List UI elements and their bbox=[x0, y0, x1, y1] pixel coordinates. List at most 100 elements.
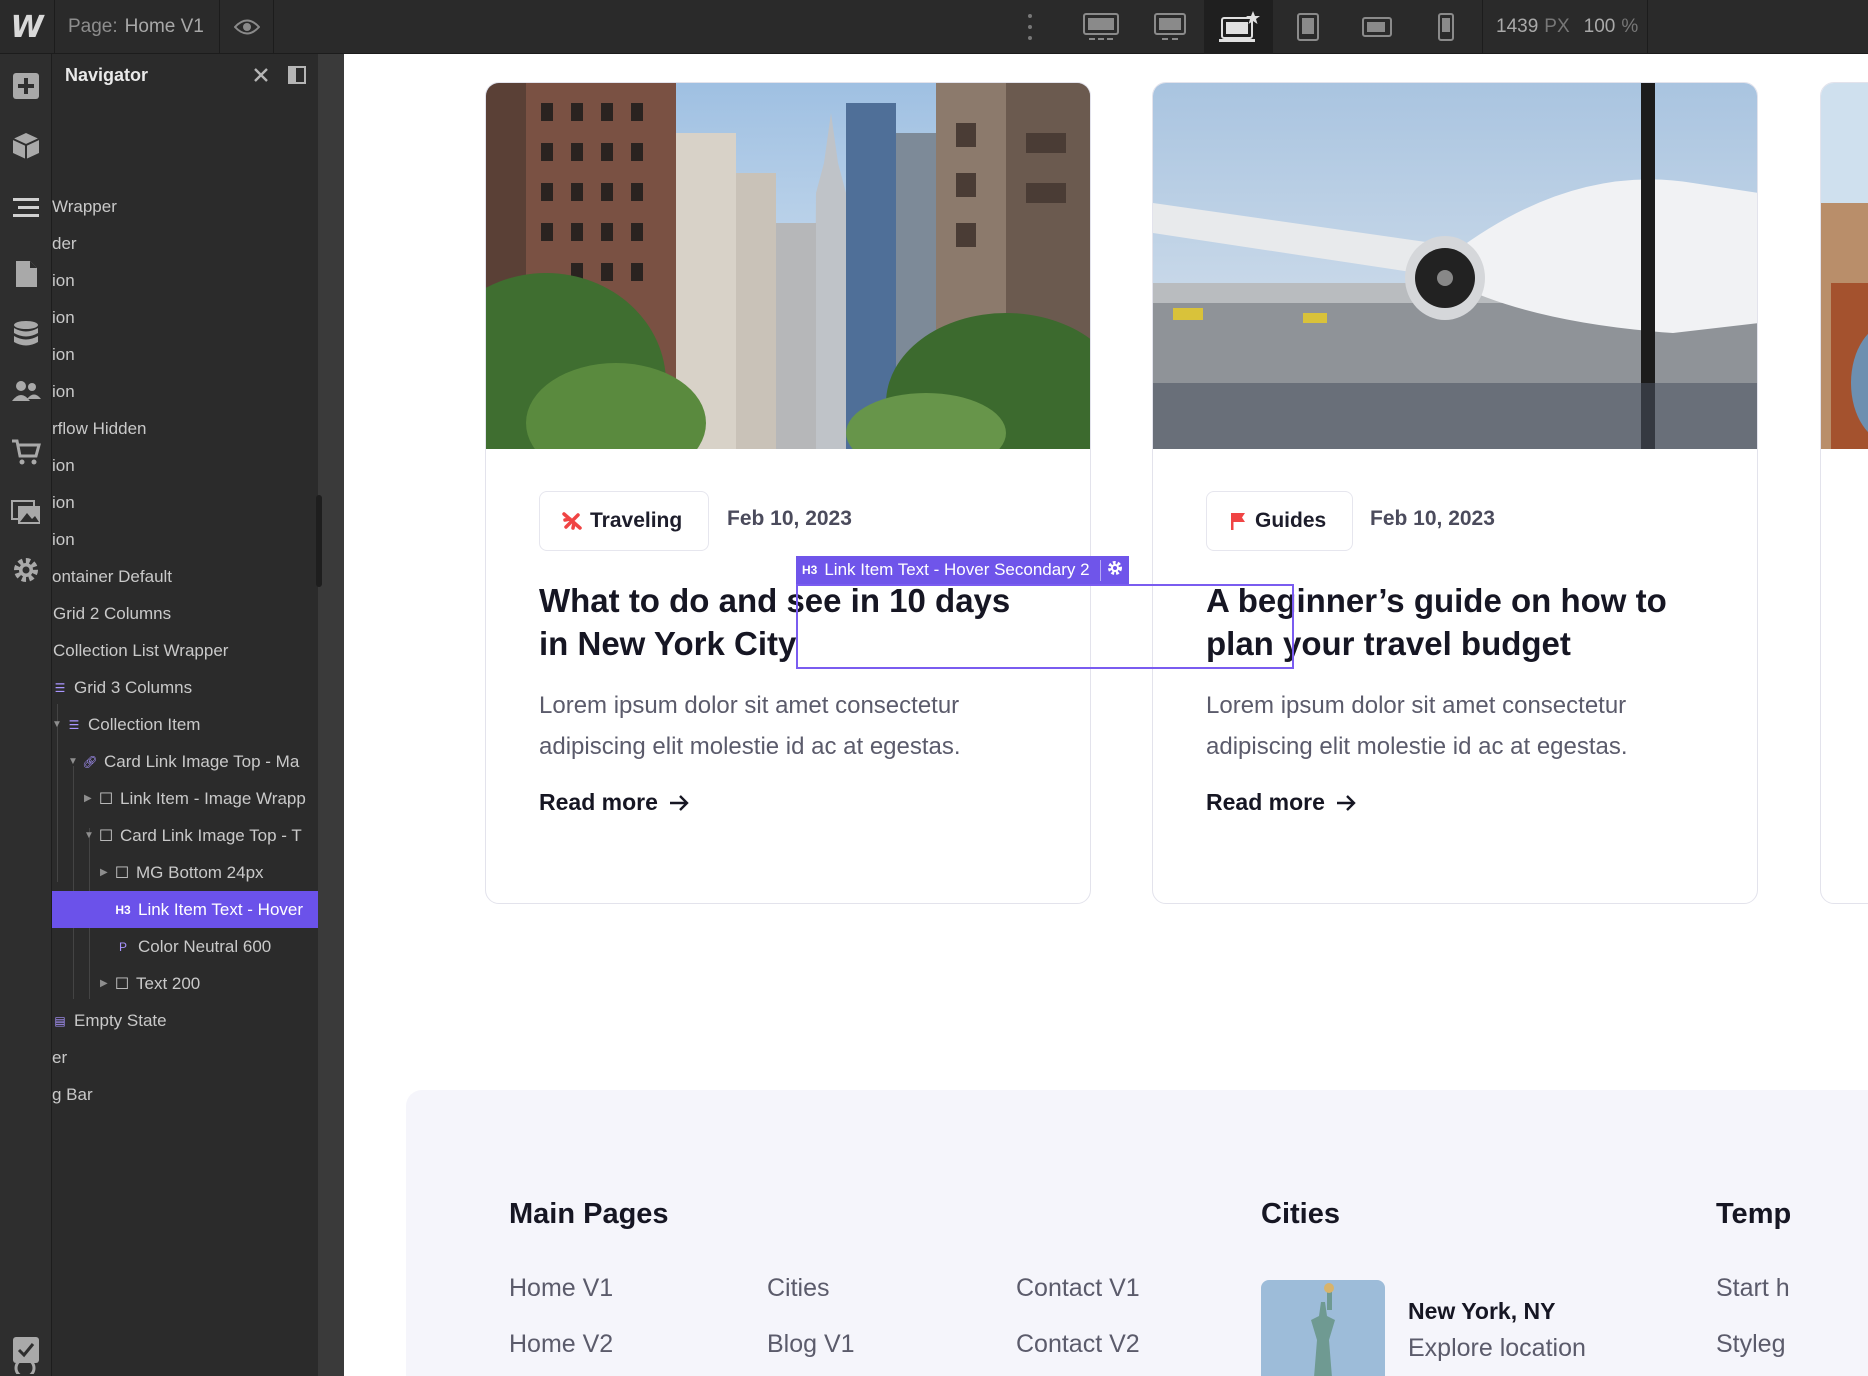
webflow-logo[interactable]: W bbox=[0, 0, 54, 54]
paragraph-p-icon: P bbox=[118, 939, 127, 954]
caret-down-icon[interactable]: ▼ bbox=[52, 719, 66, 730]
more-options-icon[interactable] bbox=[1015, 14, 1045, 40]
nav-row-text-200[interactable]: ▶ ☐ Text 200 bbox=[52, 965, 318, 1002]
nav-row-mg-bottom[interactable]: ▶ ☐ MG Bottom 24px bbox=[52, 854, 318, 891]
selected-class-name: Link Item Text - Hover Secondary 2 bbox=[824, 560, 1090, 579]
add-elements-icon[interactable] bbox=[0, 60, 52, 112]
nav-row[interactable]: Grid 2 Columns bbox=[52, 595, 318, 632]
footer-link[interactable]: Contact V1 bbox=[1016, 1274, 1140, 1303]
nav-row-grid-3-columns[interactable]: ☰ Grid 3 Columns bbox=[52, 669, 318, 706]
symbols-cube-icon[interactable] bbox=[0, 120, 52, 172]
nav-row[interactable]: der bbox=[52, 225, 318, 262]
pages-icon[interactable] bbox=[0, 248, 52, 300]
cms-database-icon[interactable] bbox=[0, 308, 52, 360]
canvas-size-readout[interactable]: 1439 PX 100 % bbox=[1482, 0, 1648, 54]
nav-row-image-wrap[interactable]: ▶ ☐ Link Item - Image Wrapp bbox=[52, 780, 318, 817]
zoom-value: 100 bbox=[1583, 16, 1616, 37]
read-more-label: Read more bbox=[539, 789, 658, 815]
div-block-icon: ☐ bbox=[114, 864, 130, 882]
nav-row-card-link[interactable]: ▼ 🔗︎ Card Link Image Top - Ma bbox=[52, 743, 318, 780]
dock-panel-icon[interactable] bbox=[288, 66, 306, 89]
caret-down-icon[interactable]: ▼ bbox=[84, 830, 98, 841]
read-more-link[interactable]: Read more bbox=[539, 789, 690, 816]
blog-card[interactable]: Guides Feb 10, 2023 A beginner’s guide o… bbox=[1152, 82, 1758, 904]
nav-row[interactable]: ion bbox=[52, 373, 318, 410]
nav-row-card-content[interactable]: ▼ ☐ Card Link Image Top - T bbox=[52, 817, 318, 854]
panel-divider[interactable] bbox=[318, 54, 344, 1376]
nav-row-color-neutral[interactable]: P Color Neutral 600 bbox=[52, 928, 318, 965]
airplane-icon bbox=[562, 512, 582, 530]
page-selector[interactable]: Page: Home V1 bbox=[54, 0, 220, 54]
preview-eye-icon[interactable] bbox=[220, 0, 274, 54]
nav-row[interactable]: Wrapper bbox=[52, 188, 318, 225]
explore-location-link[interactable]: Explore location bbox=[1408, 1334, 1586, 1363]
element-settings-gear-icon[interactable] bbox=[1099, 559, 1123, 581]
desktop-base-icon[interactable] bbox=[1204, 0, 1273, 54]
nav-row-link-item-text-selected[interactable]: H3 Link Item Text - Hover bbox=[52, 891, 318, 928]
post-excerpt: Lorem ipsum dolor sit amet consectetur a… bbox=[539, 692, 961, 760]
arrow-right-icon bbox=[669, 794, 689, 811]
read-more-link[interactable]: Read more bbox=[1206, 789, 1357, 816]
search-icon[interactable] bbox=[0, 1354, 52, 1376]
nav-row[interactable]: ion bbox=[52, 262, 318, 299]
category-tag[interactable]: Guides bbox=[1206, 491, 1354, 551]
zoom-unit: % bbox=[1621, 16, 1639, 37]
navigator-scrollbar[interactable] bbox=[316, 495, 322, 587]
nav-row-collection-item[interactable]: ▼ ☰ Collection Item bbox=[52, 706, 318, 743]
blog-card[interactable]: Traveling Feb 10, 2023 What to do and se… bbox=[485, 82, 1091, 904]
nav-row[interactable]: ion bbox=[52, 299, 318, 336]
top-bar: W Page: Home V1 1439 PX 100 % bbox=[0, 0, 1868, 54]
nav-row[interactable]: Collection List Wrapper bbox=[52, 632, 318, 669]
selected-element-label[interactable]: H3 Link Item Text - Hover Secondary 2 bbox=[796, 556, 1129, 584]
div-block-icon: ☐ bbox=[98, 827, 114, 845]
tablet-icon[interactable] bbox=[1273, 0, 1342, 54]
footer-link[interactable]: Home V2 bbox=[509, 1330, 613, 1359]
navigator-icon[interactable] bbox=[0, 182, 52, 234]
footer-link[interactable]: Start h bbox=[1716, 1274, 1790, 1303]
div-block-icon: ☐ bbox=[114, 975, 130, 993]
statue-of-liberty-image[interactable] bbox=[1261, 1280, 1385, 1376]
selection-outline bbox=[796, 584, 1294, 669]
nav-row[interactable]: ion bbox=[52, 336, 318, 373]
footer-link[interactable]: Cities bbox=[767, 1274, 830, 1303]
caret-down-icon[interactable]: ▼ bbox=[68, 756, 82, 767]
footer-link[interactable]: Contact V2 bbox=[1016, 1330, 1140, 1359]
footer-link[interactable]: Home V1 bbox=[509, 1274, 613, 1303]
settings-gear-icon[interactable] bbox=[0, 544, 52, 596]
city-name[interactable]: New York, NY bbox=[1408, 1298, 1555, 1325]
footer-link[interactable]: Styleg bbox=[1716, 1330, 1785, 1359]
post-excerpt: Lorem ipsum dolor sit amet consectetur a… bbox=[1206, 692, 1628, 760]
nav-row[interactable]: rflow Hidden bbox=[52, 410, 318, 447]
assets-images-icon[interactable] bbox=[0, 486, 52, 538]
airplane-image bbox=[1153, 83, 1757, 449]
blog-card[interactable] bbox=[1820, 82, 1868, 904]
close-icon[interactable] bbox=[252, 66, 270, 89]
card-image bbox=[1821, 83, 1868, 449]
flag-icon bbox=[1231, 513, 1245, 530]
desktop-large-icon[interactable] bbox=[1135, 0, 1204, 54]
nav-row[interactable]: er bbox=[52, 1039, 318, 1076]
users-icon[interactable] bbox=[0, 366, 52, 418]
footer-templates-heading: Temp bbox=[1716, 1198, 1792, 1230]
nav-row[interactable]: ontainer Default bbox=[52, 558, 318, 595]
mobile-portrait-icon[interactable] bbox=[1411, 0, 1480, 54]
caret-right-icon[interactable]: ▶ bbox=[84, 793, 98, 804]
link-icon: 🔗︎ bbox=[82, 754, 98, 769]
category-tag[interactable]: Traveling bbox=[539, 491, 710, 551]
page-name: Home V1 bbox=[124, 16, 204, 37]
footer-link[interactable]: Blog V1 bbox=[767, 1330, 855, 1359]
caret-right-icon[interactable]: ▶ bbox=[100, 867, 114, 878]
nav-row[interactable]: ion bbox=[52, 484, 318, 521]
footer-cities-heading: Cities bbox=[1261, 1198, 1340, 1230]
navigator-title: Navigator bbox=[65, 64, 149, 85]
navigator-panel: Navigator Wrapper der ion ion ion ion rf… bbox=[52, 54, 318, 1376]
nav-row[interactable]: ion bbox=[52, 447, 318, 484]
nav-row[interactable]: g Bar bbox=[52, 1076, 318, 1113]
arrow-right-icon bbox=[1336, 794, 1356, 811]
ecommerce-cart-icon[interactable] bbox=[0, 426, 52, 478]
mobile-landscape-icon[interactable] bbox=[1342, 0, 1411, 54]
desktop-xl-icon[interactable] bbox=[1066, 0, 1135, 54]
nav-row[interactable]: ion bbox=[52, 521, 318, 558]
caret-right-icon[interactable]: ▶ bbox=[100, 978, 114, 989]
nav-row-empty-state[interactable]: ▤ Empty State bbox=[52, 1002, 318, 1039]
